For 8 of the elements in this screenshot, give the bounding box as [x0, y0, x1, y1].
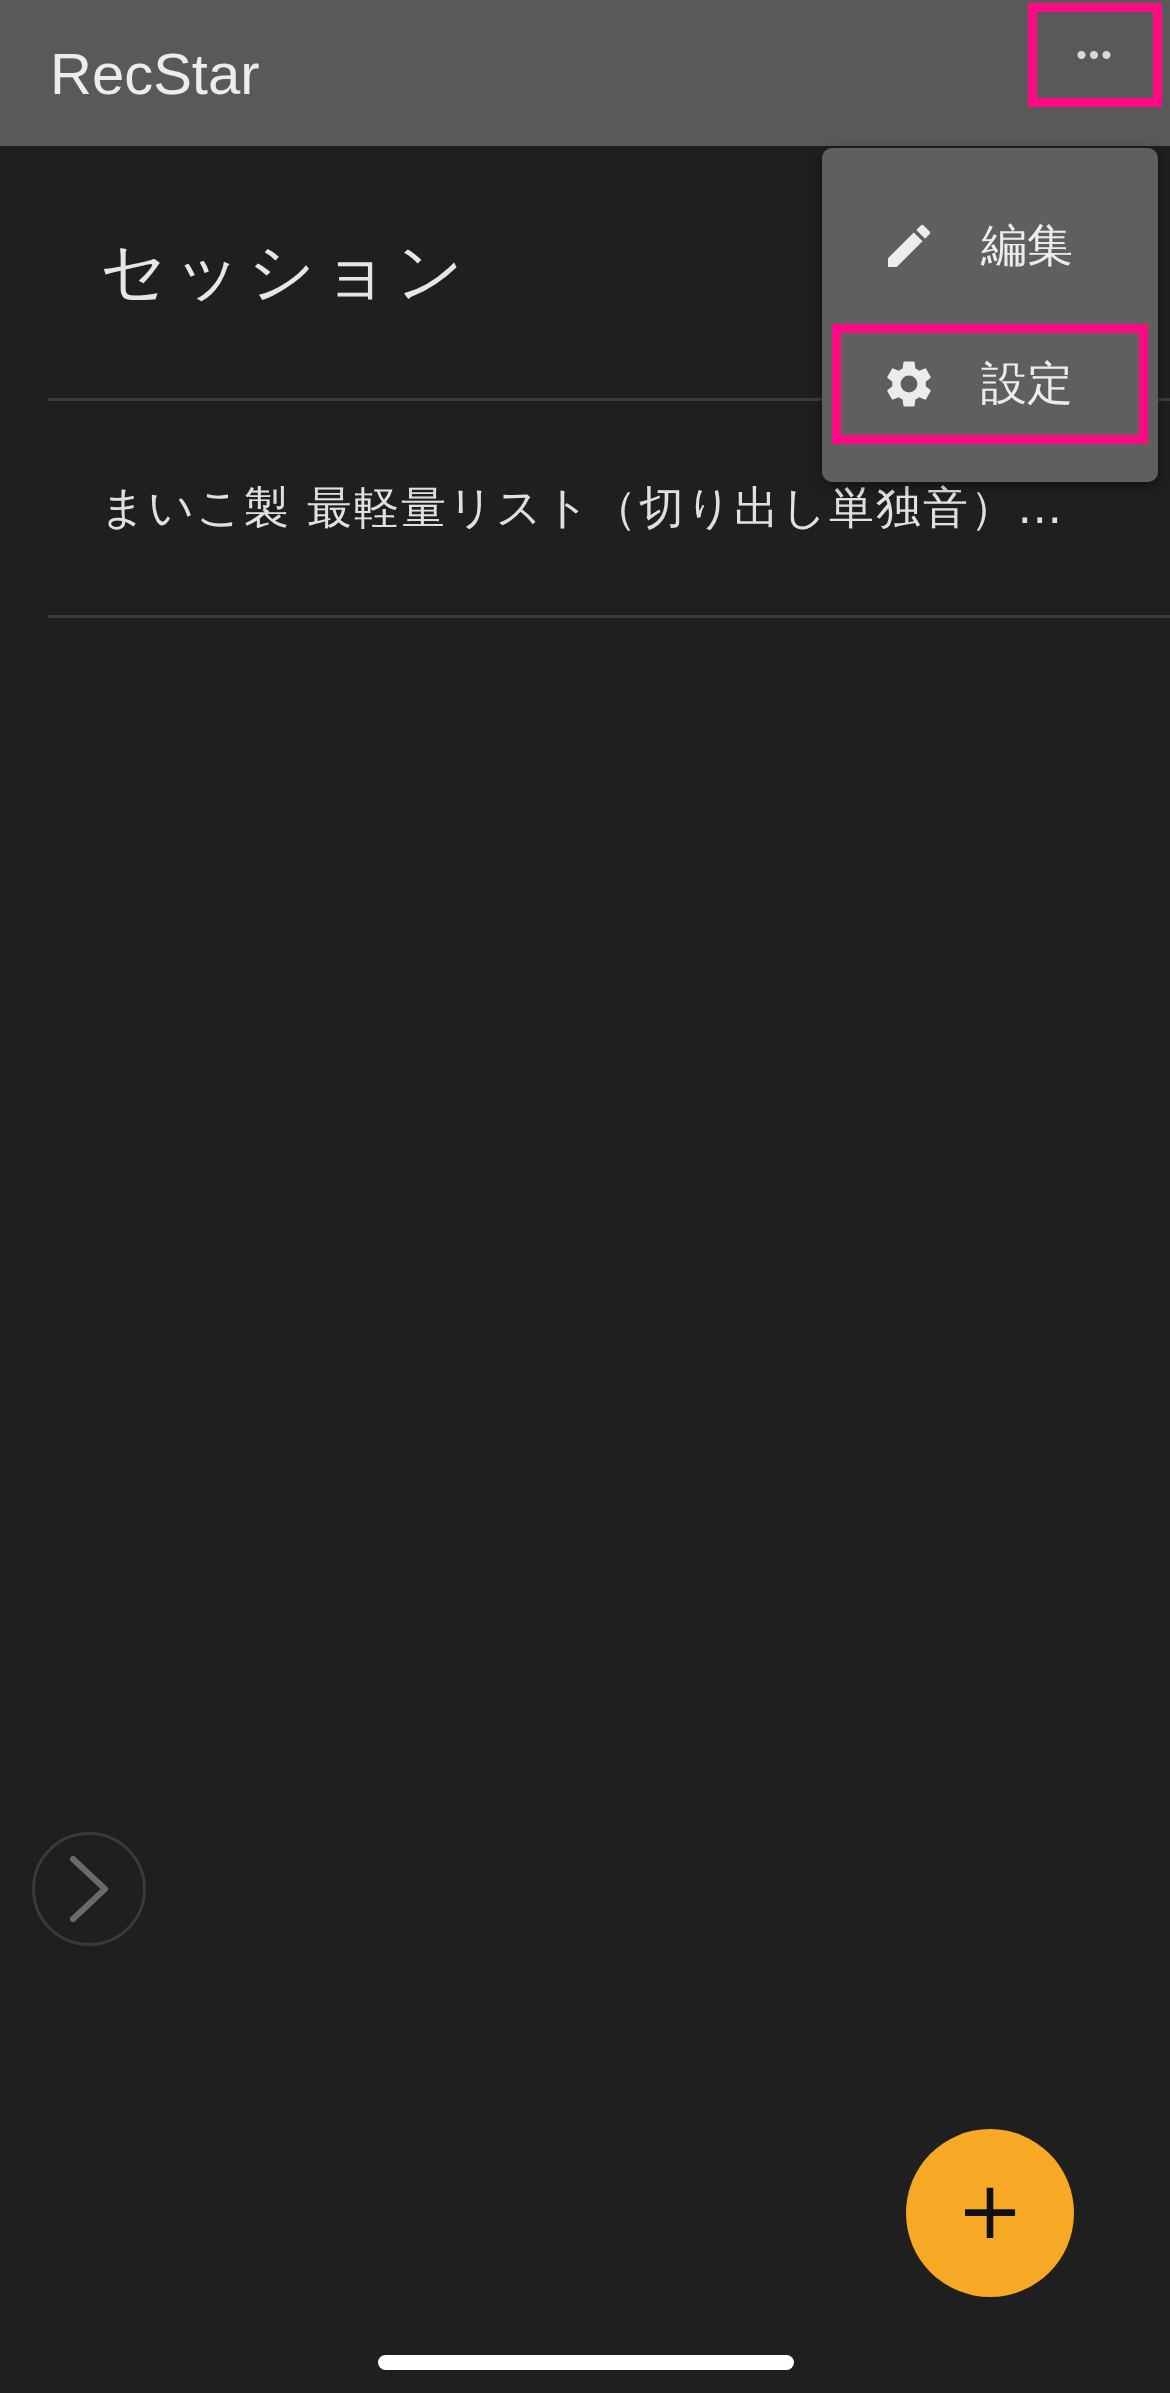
menu-item[interactable]: 設定 [832, 324, 1148, 444]
chevron-right-icon [67, 1853, 111, 1925]
menu-item[interactable]: 編集 [832, 186, 1148, 306]
app-title: RecStar [50, 39, 260, 107]
more-button[interactable]: ••• [1028, 3, 1162, 107]
menu-item-label: 編集 [981, 217, 1073, 274]
chevron-right-button[interactable] [32, 1832, 146, 1946]
add-button[interactable]: + [906, 2129, 1074, 2297]
